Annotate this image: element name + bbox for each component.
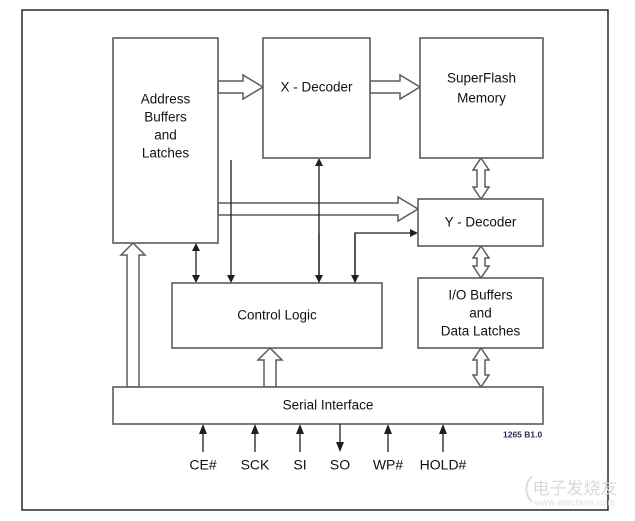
superflash-memory-block[interactable]: SuperFlash Memory: [419, 37, 544, 159]
figure-caption: 1265 B1.0: [503, 429, 542, 439]
signal-label-so: SO: [330, 457, 350, 473]
signal-label-wp: WP#: [373, 457, 404, 473]
signal-pins: CE# SCK SI SO WP# HOLD#: [189, 424, 467, 473]
serial-interface-to-address-bus: [119, 241, 147, 388]
control-logic-top-feed-b: [351, 233, 359, 283]
signal-pin-hold[interactable]: HOLD#: [420, 424, 467, 473]
signal-label-hold: HOLD#: [420, 457, 467, 473]
x-decoder-feed-down-line: [227, 160, 235, 283]
signal-label-ce: CE#: [189, 457, 216, 473]
y-decoder-block[interactable]: Y - Decoder: [417, 198, 544, 247]
serial-interface-to-control-logic-bus: [256, 346, 284, 388]
control-logic-block[interactable]: Control Logic: [171, 282, 383, 349]
diagram-canvas: Address Buffers and Latches X - Decoder …: [21, 9, 618, 511]
signal-pin-wp[interactable]: WP#: [373, 424, 404, 473]
serial-interface-block[interactable]: Serial Interface: [112, 386, 544, 425]
io-buffers-label-line-3: Data Latches: [441, 324, 521, 339]
serial-interface-label: Serial Interface: [283, 398, 374, 413]
x-decoder-to-memory-bus: [369, 73, 422, 101]
y-decoder-to-io-buffers-bus: [471, 244, 491, 280]
address-buffers-and-latches-block[interactable]: Address Buffers and Latches: [112, 37, 219, 244]
io-buffers-label-line-1: I/O Buffers: [448, 288, 513, 303]
superflash-memory-label-line-1: SuperFlash: [447, 71, 516, 86]
watermark-url-text: www.elecfans.com: [534, 497, 616, 507]
address-to-y-decoder-bus: [217, 195, 420, 223]
signal-label-si: SI: [293, 457, 306, 473]
control-logic-label: Control Logic: [237, 308, 317, 323]
address-buffers-label-line-3: and: [154, 128, 177, 143]
superflash-memory-label-line-2: Memory: [457, 91, 506, 106]
control-logic-top-feed-a: [315, 233, 323, 283]
signal-pin-so[interactable]: SO: [330, 424, 350, 473]
io-buffers-and-data-latches-block[interactable]: I/O Buffers and Data Latches: [417, 277, 544, 349]
address-buffers-label-line-2: Buffers: [144, 110, 187, 125]
signal-pin-si[interactable]: SI: [293, 424, 307, 473]
address-to-x-decoder-bus: [217, 73, 265, 101]
x-decoder-block[interactable]: X - Decoder: [262, 37, 371, 159]
memory-to-y-decoder-bus: [471, 156, 491, 201]
block-diagram-figure: Address Buffers and Latches X - Decoder …: [0, 0, 635, 521]
signal-label-sck: SCK: [241, 457, 270, 473]
io-buffers-to-serial-interface-bus: [471, 346, 491, 389]
control-logic-to-y-decoder-line: [354, 229, 418, 283]
signal-pin-ce[interactable]: CE#: [189, 424, 217, 473]
address-buffers-label-line-1: Address: [141, 92, 191, 107]
io-buffers-label-line-2: and: [469, 306, 492, 321]
elecfans-watermark: 电子发烧友 www.elecfans.com: [525, 475, 618, 507]
signal-pin-sck[interactable]: SCK: [241, 424, 270, 473]
address-buffers-label-line-4: Latches: [142, 146, 190, 161]
x-decoder-label: X - Decoder: [280, 80, 353, 95]
address-to-control-logic-link: [192, 243, 200, 283]
y-decoder-label: Y - Decoder: [445, 215, 517, 230]
watermark-chinese-text: 电子发烧友: [533, 479, 618, 499]
